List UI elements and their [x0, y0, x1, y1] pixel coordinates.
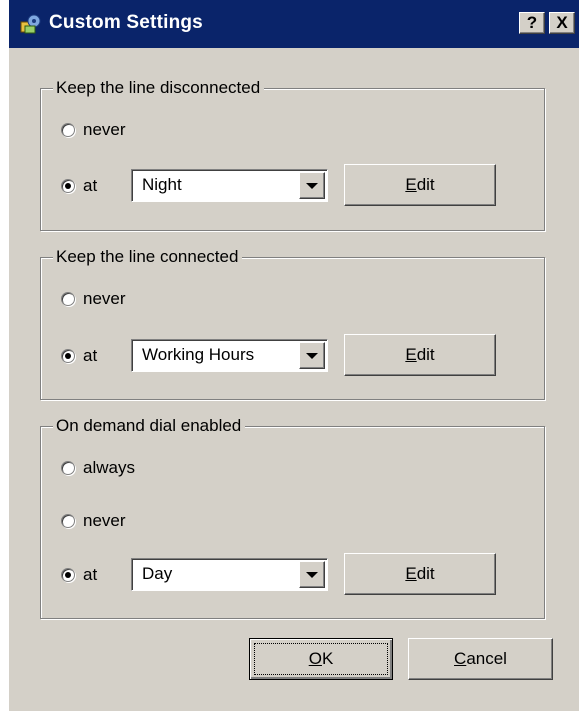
radio-label: at: [83, 176, 98, 195]
demand-edit-button[interactable]: Edit: [344, 553, 496, 595]
radio-indicator[interactable]: [61, 514, 75, 528]
disconnected-at-radio[interactable]: at: [61, 175, 97, 197]
close-icon: X: [556, 13, 568, 32]
radio-label: at: [83, 346, 98, 365]
button-label: Edit: [405, 564, 435, 583]
connected-schedule-dropdown[interactable]: Working Hours: [131, 339, 328, 372]
connected-edit-button[interactable]: Edit: [344, 334, 496, 376]
chevron-down-icon[interactable]: [299, 561, 325, 588]
connected-never-radio[interactable]: never: [61, 288, 126, 310]
group-legend: Keep the line disconnected: [53, 77, 265, 99]
keep-line-disconnected-group: Keep the line disconnected never at Nigh…: [40, 77, 545, 231]
dropdown-value: Working Hours: [142, 345, 255, 364]
settings-app-icon: [20, 14, 41, 34]
disconnected-never-radio[interactable]: never: [61, 119, 126, 141]
chevron-down-icon[interactable]: [299, 172, 325, 199]
on-demand-dial-group: On demand dial enabled always never at D…: [40, 415, 545, 619]
radio-indicator[interactable]: [61, 123, 75, 137]
cancel-button[interactable]: Cancel: [408, 638, 553, 680]
connected-at-radio[interactable]: at: [61, 345, 97, 367]
help-button[interactable]: ?: [519, 12, 545, 34]
demand-always-radio[interactable]: always: [61, 457, 135, 479]
demand-never-radio[interactable]: never: [61, 510, 126, 532]
radio-indicator[interactable]: [61, 292, 75, 306]
radio-indicator[interactable]: [61, 461, 75, 475]
button-label: OK: [308, 649, 334, 668]
radio-indicator[interactable]: [61, 349, 75, 363]
dropdown-value: Day: [142, 564, 173, 583]
radio-label: never: [83, 289, 126, 308]
button-label: Edit: [405, 345, 435, 364]
ok-button[interactable]: OK: [249, 638, 393, 680]
radio-label: always: [83, 458, 135, 477]
radio-indicator[interactable]: [61, 568, 75, 582]
custom-settings-dialog: Custom Settings ? X Keep the line discon…: [8, 0, 579, 711]
radio-label: never: [83, 120, 126, 139]
title-bar: Custom Settings ? X: [9, 0, 579, 48]
demand-at-radio[interactable]: at: [61, 564, 97, 586]
chevron-down-icon[interactable]: [299, 342, 325, 369]
disconnected-edit-button[interactable]: Edit: [344, 164, 496, 206]
radio-label: never: [83, 511, 126, 530]
button-label: Edit: [405, 175, 435, 194]
help-icon: ?: [526, 13, 538, 32]
group-legend: On demand dial enabled: [53, 415, 246, 437]
button-label: Cancel: [454, 649, 507, 668]
disconnected-schedule-dropdown[interactable]: Night: [131, 169, 328, 202]
window-title: Custom Settings: [49, 12, 203, 33]
close-button[interactable]: X: [549, 12, 575, 34]
demand-schedule-dropdown[interactable]: Day: [131, 558, 328, 591]
dropdown-value: Night: [142, 175, 182, 194]
radio-indicator[interactable]: [61, 179, 75, 193]
group-legend: Keep the line connected: [53, 246, 243, 268]
radio-label: at: [83, 565, 98, 584]
keep-line-connected-group: Keep the line connected never at Working…: [40, 246, 545, 400]
